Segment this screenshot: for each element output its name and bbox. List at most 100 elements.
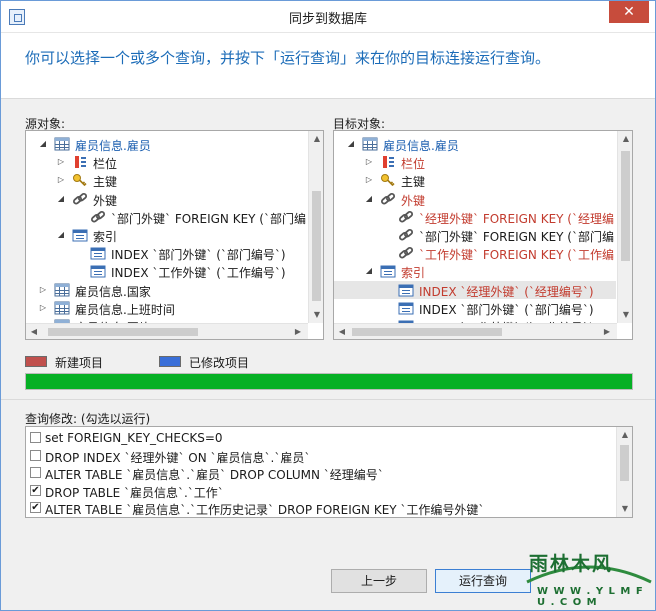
expanded-arrow-icon[interactable]: ◢ xyxy=(38,139,48,149)
target-vertical-scrollbar[interactable]: ▲ ▼ xyxy=(617,131,632,323)
tree-row[interactable]: INDEX `部门外键` (`部门编号`) xyxy=(334,299,616,317)
watermark-title: 雨林木风 xyxy=(529,553,614,575)
tree-row-label: 主键 xyxy=(401,175,426,190)
query-list[interactable]: ALTER TABLE `雇员信息`.`雇员` DROP FOREIGN KEY… xyxy=(25,426,633,518)
query-text: DROP TABLE `雇员信息`.`工作` xyxy=(45,485,224,500)
scroll-left-icon[interactable]: ◀ xyxy=(334,324,350,339)
tree-row[interactable]: ▷ 栏位 xyxy=(334,153,616,171)
target-horizontal-scrollbar[interactable]: ◀ ▶ xyxy=(334,323,617,339)
tree-row[interactable]: INDEX `经理外键` (`经理编号`) xyxy=(334,280,616,299)
query-checkbox[interactable] xyxy=(30,467,41,478)
tree-row[interactable]: ▷ 栏位 xyxy=(26,153,308,171)
scroll-up-icon[interactable]: ▲ xyxy=(617,427,632,443)
query-checkbox[interactable]: ✔ xyxy=(30,502,41,513)
scroll-down-icon[interactable]: ▼ xyxy=(617,501,632,517)
link-icon xyxy=(398,245,414,261)
link-icon xyxy=(90,209,106,225)
query-vscroll-thumb[interactable] xyxy=(620,445,629,481)
source-objects-tree[interactable]: ▷雇员信息.图片▷雇员信息.上班时间▷雇员信息.国家INDEX `工作外键` (… xyxy=(25,130,324,340)
query-text: ALTER TABLE `雇员信息`.`雇员` DROP COLUMN `经理编… xyxy=(45,468,384,482)
tree-row-label: 雇员信息.雇员 xyxy=(75,139,151,153)
tree-row-label: `部门外键` FOREIGN KEY (`部门编 xyxy=(419,230,614,244)
tree-row[interactable]: ◢ 雇员信息.雇员 xyxy=(334,135,616,153)
tree-row[interactable]: ▷ 主键 xyxy=(26,171,308,189)
table-icon xyxy=(54,300,70,316)
columns-icon xyxy=(72,154,88,170)
tree-row-label: INDEX `部门外键` (`部门编号`) xyxy=(111,248,286,263)
scroll-up-icon[interactable]: ▲ xyxy=(309,131,323,147)
query-checkbox[interactable] xyxy=(30,432,41,443)
tree-row[interactable]: `部门外键` FOREIGN KEY (`部门编 xyxy=(26,208,308,226)
scroll-left-icon[interactable]: ◀ xyxy=(26,324,42,339)
close-button[interactable]: ✕ xyxy=(609,1,649,23)
scroll-right-icon[interactable]: ▶ xyxy=(290,324,306,339)
tree-row[interactable]: `部门外键` FOREIGN KEY (`部门编 xyxy=(334,226,616,244)
scroll-down-icon[interactable]: ▼ xyxy=(309,307,323,323)
tree-row[interactable]: ▷ 雇员信息.国家 xyxy=(26,281,308,299)
tree-row-label: `经理外键` FOREIGN KEY (`经理编 xyxy=(419,211,614,226)
tree-row[interactable]: ◢ 雇员信息.雇员 xyxy=(26,135,308,153)
scroll-down-icon[interactable]: ▼ xyxy=(618,307,632,323)
expanded-arrow-icon[interactable]: ◢ xyxy=(364,194,374,204)
tree-row-label: 雇员信息.国家 xyxy=(75,284,151,299)
collapsed-arrow-icon[interactable]: ▷ xyxy=(38,303,48,313)
tree-row[interactable]: ▷ 主键 xyxy=(334,171,616,189)
progress-bar xyxy=(25,373,633,390)
tree-row-label: INDEX `工作外键` (`工作编号`) xyxy=(111,266,286,281)
tree-row[interactable]: ◢ 索引 xyxy=(334,262,616,280)
query-checkbox[interactable]: ✔ xyxy=(30,484,41,496)
target-vscroll-thumb[interactable] xyxy=(621,151,630,261)
expanded-arrow-icon[interactable]: ◢ xyxy=(346,139,356,149)
expanded-arrow-icon[interactable]: ◢ xyxy=(56,194,66,204)
collapsed-arrow-icon[interactable]: ▷ xyxy=(38,285,48,295)
query-text: DROP INDEX `经理外键` ON `雇员信息`.`雇员` xyxy=(45,450,311,465)
link-icon xyxy=(380,191,396,207)
expanded-arrow-icon[interactable]: ◢ xyxy=(364,266,374,276)
collapsed-arrow-icon[interactable]: ▷ xyxy=(56,175,66,185)
scroll-up-icon[interactable]: ▲ xyxy=(618,131,632,147)
columns-icon xyxy=(380,154,396,170)
source-hscroll-thumb[interactable] xyxy=(48,328,198,336)
tree-row-label: 主键 xyxy=(93,175,118,190)
scroll-right-icon[interactable]: ▶ xyxy=(599,324,615,339)
tree-row-label: INDEX `经理外键` (`经理编号`) xyxy=(419,284,594,299)
dialog-content: 你可以选择一个或多个查询，并按下「运行查询」来在你的目标连接运行查询。 源对象:… xyxy=(1,33,655,610)
index-icon xyxy=(72,227,88,243)
tree-row-label: INDEX `部门外键` (`部门编号`) xyxy=(419,302,594,317)
window-title: 同步到数据库 xyxy=(288,12,367,27)
collapsed-arrow-icon[interactable]: ▷ xyxy=(364,175,374,185)
modified-item-color-swatch xyxy=(159,356,181,367)
source-vertical-scrollbar[interactable]: ▲ ▼ xyxy=(308,131,323,323)
watermark-logo: 雨林木风 W W W . Y L M F U . C O M xyxy=(523,546,655,610)
tree-row[interactable]: `工作外键` FOREIGN KEY (`工作编 xyxy=(334,244,616,262)
target-hscroll-thumb[interactable] xyxy=(352,328,502,336)
query-vertical-scrollbar[interactable]: ▲ ▼ xyxy=(616,427,632,517)
tree-row-label: 外键 xyxy=(401,193,426,208)
collapsed-arrow-icon[interactable]: ▷ xyxy=(364,157,374,167)
tree-row[interactable]: ▷ 雇员信息.上班时间 xyxy=(26,299,308,317)
tree-row[interactable]: ◢ 外键 xyxy=(334,190,616,208)
target-objects-tree[interactable]: INDEX `工作外键` (`工作编号`)INDEX `部门外键` (`部门编号… xyxy=(333,130,633,340)
tree-row[interactable]: ◢ 索引 xyxy=(26,226,308,244)
tree-row[interactable]: ◢ 外键 xyxy=(26,190,308,208)
source-horizontal-scrollbar[interactable]: ◀ ▶ xyxy=(26,323,308,339)
instruction-text: 你可以选择一个或多个查询，并按下「运行查询」来在你的目标连接运行查询。 xyxy=(25,49,551,67)
collapsed-arrow-icon[interactable]: ▷ xyxy=(56,157,66,167)
back-button[interactable]: 上一步 xyxy=(331,569,427,593)
instruction-panel: 你可以选择一个或多个查询，并按下「运行查询」来在你的目标连接运行查询。 xyxy=(1,33,655,99)
tree-row-label: 雇员信息.雇员 xyxy=(383,139,459,153)
index-icon xyxy=(90,245,106,261)
source-vscroll-thumb[interactable] xyxy=(312,191,321,301)
tree-row[interactable]: `经理外键` FOREIGN KEY (`经理编 xyxy=(334,208,616,226)
title-bar: 同步到数据库 ✕ xyxy=(1,1,655,33)
tree-row[interactable]: INDEX `工作外键` (`工作编号`) xyxy=(26,262,308,280)
sync-dialog-window: 同步到数据库 ✕ 你可以选择一个或多个查询，并按下「运行查询」来在你的目标连接运… xyxy=(0,0,656,611)
run-query-button[interactable]: 运行查询 xyxy=(435,569,531,593)
query-checkbox[interactable] xyxy=(30,449,41,461)
tree-row[interactable]: INDEX `部门外键` (`部门编号`) xyxy=(26,244,308,262)
query-modifications-label: 查询修改: (勾选以运行) xyxy=(25,412,151,426)
tree-row-label: `工作外键` FOREIGN KEY (`工作编 xyxy=(419,248,614,263)
index-icon xyxy=(380,263,396,279)
expanded-arrow-icon[interactable]: ◢ xyxy=(56,230,66,240)
tree-row-label: 索引 xyxy=(93,230,118,244)
